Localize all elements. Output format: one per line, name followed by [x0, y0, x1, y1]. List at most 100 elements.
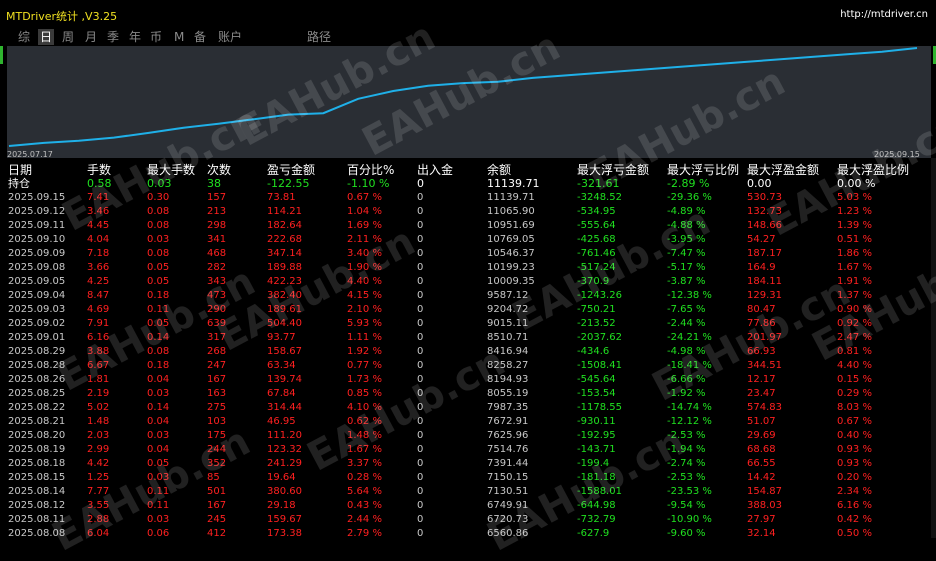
table-cell: 63.34 — [267, 360, 296, 371]
table-cell: 4.40 % — [347, 276, 382, 287]
table-cell: 189.61 — [267, 304, 302, 315]
table-row[interactable]: 2025.08.15 1.25 0.03 85 19.64 0.28 % 0 7150.15 -… — [0, 471, 936, 485]
table-row[interactable]: 2025.08.22 5.02 0.14 275 314.44 4.10 % 0 7987.3… — [0, 401, 936, 415]
table-cell: 7.91 — [87, 318, 110, 329]
table-cell: 0.03 — [147, 514, 170, 525]
table-row[interactable]: 2025.08.11 2.88 0.03 245 159.67 2.44 % 0 6720.7… — [0, 513, 936, 527]
table-row[interactable]: 2025.09.09 7.18 0.08 468 347.14 3.40 % 0 10546.… — [0, 247, 936, 261]
header-cell[interactable]: 最大浮亏比例 — [667, 163, 739, 177]
table-cell: -534.95 — [577, 206, 616, 217]
table-cell: 2.19 — [87, 388, 110, 399]
table-row[interactable]: 2025.08.26 1.81 0.04 167 139.74 1.73 % 0 8194.9… — [0, 373, 936, 387]
tab-8[interactable]: 备 — [192, 29, 208, 45]
table-cell: 2025.08.12 — [8, 500, 66, 511]
header-cell[interactable]: 最大手数 — [147, 163, 195, 177]
table-cell: 0.04 — [147, 416, 170, 427]
table-cell: 0 — [417, 262, 424, 273]
table-row[interactable]: 2025.09.12 3.46 0.08 213 114.21 1.04 % 0 11065.… — [0, 205, 936, 219]
header-cell[interactable]: 百分比% — [347, 163, 394, 177]
header-cell[interactable]: 出入金 — [417, 163, 453, 177]
summary-cell: -122.55 — [267, 177, 310, 190]
table-cell: 0 — [417, 360, 424, 371]
table-cell: -1508.41 — [577, 360, 622, 371]
table-row[interactable]: 2025.09.08 3.66 0.05 282 189.88 1.90 % 0 10199.… — [0, 261, 936, 275]
table-cell: 1.48 % — [347, 430, 382, 441]
table-cell: 2025.08.29 — [8, 346, 66, 357]
table-row[interactable]: 2025.08.28 6.67 0.18 247 63.34 0.77 % 0 8258.27… — [0, 359, 936, 373]
table-row[interactable]: 2025.09.15 7.41 0.30 157 73.81 0.67 % 0 11139.7… — [0, 191, 936, 205]
table-cell: 4.42 — [87, 458, 110, 469]
vertical-scrollbar[interactable] — [931, 158, 936, 538]
tab-4[interactable]: 季 — [105, 29, 121, 45]
table-row[interactable]: 2025.08.25 2.19 0.03 163 67.84 0.85 % 0 8055.19… — [0, 387, 936, 401]
table-cell: 182.64 — [267, 220, 302, 231]
header-cell[interactable]: 余额 — [487, 163, 511, 177]
table-row[interactable]: 2025.08.08 6.04 0.06 412 173.38 2.79 % 0 6560.8… — [0, 527, 936, 541]
table-cell: 344.51 — [747, 360, 782, 371]
header-cell[interactable]: 次数 — [207, 163, 231, 177]
table-row[interactable]: 2025.09.01 6.16 0.14 317 93.77 1.11 % 0 8510.71… — [0, 331, 936, 345]
tab-0[interactable]: 综 — [16, 29, 32, 45]
table-cell: 2.88 — [87, 514, 110, 525]
tab-2[interactable]: 周 — [60, 29, 76, 45]
table-cell: -192.95 — [577, 430, 616, 441]
table-cell: -3248.52 — [577, 192, 622, 203]
table-cell: 412 — [207, 528, 227, 539]
header-cell[interactable]: 日期 — [8, 163, 32, 177]
table-cell: 8510.71 — [487, 332, 529, 343]
header-cell[interactable]: 盈亏金额 — [267, 163, 315, 177]
table-cell: 27.97 — [747, 514, 776, 525]
table-row[interactable]: 2025.08.12 3.55 0.11 167 29.18 0.43 % 0 6749.91… — [0, 499, 936, 513]
table-cell: 314.44 — [267, 402, 302, 413]
header-cell[interactable]: 最大浮盈金额 — [747, 163, 819, 177]
table-row[interactable]: 2025.08.29 3.88 0.08 268 158.67 1.92 % 0 8416.9… — [0, 345, 936, 359]
table-row[interactable]: 2025.08.20 2.03 0.03 175 111.20 1.48 % 0 7625.9… — [0, 429, 936, 443]
table-cell: 7514.76 — [487, 444, 529, 455]
table-cell: 0.06 — [147, 528, 170, 539]
table-row[interactable]: 2025.08.21 1.48 0.04 103 46.95 0.62 % 0 7672.91… — [0, 415, 936, 429]
table-cell: 148.66 — [747, 220, 782, 231]
table-cell: 0.51 % — [837, 234, 872, 245]
table-row[interactable]: 2025.09.05 4.25 0.05 343 422.23 4.40 % 0 10009.… — [0, 275, 936, 289]
table-cell: 2025.09.08 — [8, 262, 66, 273]
tab-10[interactable]: 路径 — [305, 29, 333, 45]
tab-6[interactable]: 币 — [148, 29, 164, 45]
header-cell[interactable]: 手数 — [87, 163, 111, 177]
table-row[interactable]: 2025.08.18 4.42 0.05 352 241.29 3.37 % 0 7391.4… — [0, 457, 936, 471]
tab-5[interactable]: 年 — [127, 29, 143, 45]
table-cell: 10951.69 — [487, 220, 535, 231]
table-cell: -9.54 % — [667, 500, 706, 511]
app-url-link[interactable]: http://mtdriver.cn — [840, 9, 928, 20]
tab-7[interactable]: M — [172, 29, 186, 45]
table-cell: 3.37 % — [347, 458, 382, 469]
table-row[interactable]: 2025.08.14 7.77 0.11 501 380.60 5.64 % 0 7130.5… — [0, 485, 936, 499]
chart-start-date: 2025.07.17 — [7, 150, 53, 159]
table-cell: 0 — [417, 374, 424, 385]
table-cell: 8055.19 — [487, 388, 529, 399]
header-cell[interactable]: 最大浮盈比例 — [837, 163, 909, 177]
table-cell: 282 — [207, 262, 227, 273]
table-cell: 422.23 — [267, 276, 302, 287]
table-row[interactable]: 2025.09.03 4.69 0.11 290 189.61 2.10 % 0 9204.7… — [0, 303, 936, 317]
table-cell: 0.43 % — [347, 500, 382, 511]
table-cell: 2.34 % — [837, 486, 872, 497]
table-row[interactable]: 2025.08.19 2.99 0.04 244 123.32 1.67 % 0 7514.7… — [0, 443, 936, 457]
tab-3[interactable]: 月 — [83, 29, 99, 45]
table-cell: -545.64 — [577, 374, 616, 385]
header-cell[interactable]: 最大浮亏金额 — [577, 163, 649, 177]
table-cell: 2025.08.21 — [8, 416, 66, 427]
table-row[interactable]: 2025.09.04 8.47 0.18 473 382.40 4.15 % 0 9587.1… — [0, 289, 936, 303]
table-cell: 473 — [207, 290, 227, 301]
table-cell: 0.90 % — [837, 304, 872, 315]
table-row[interactable]: 2025.09.02 7.91 0.05 639 504.40 5.93 % 0 9015.1… — [0, 317, 936, 331]
table-row[interactable]: 2025.09.10 4.04 0.03 341 222.68 2.11 % 0 10769.… — [0, 233, 936, 247]
tab-1[interactable]: 日 — [38, 29, 55, 45]
table-cell: 298 — [207, 220, 227, 231]
table-cell: 163 — [207, 388, 227, 399]
table-cell: 167 — [207, 500, 227, 511]
tab-9[interactable]: 账户 — [216, 29, 244, 45]
table-cell: -1.94 % — [667, 444, 706, 455]
table-cell: 66.93 — [747, 346, 776, 357]
table-row[interactable]: 2025.09.11 4.45 0.08 298 182.64 1.69 % 0 10951.… — [0, 219, 936, 233]
table-cell: 2025.08.28 — [8, 360, 66, 371]
